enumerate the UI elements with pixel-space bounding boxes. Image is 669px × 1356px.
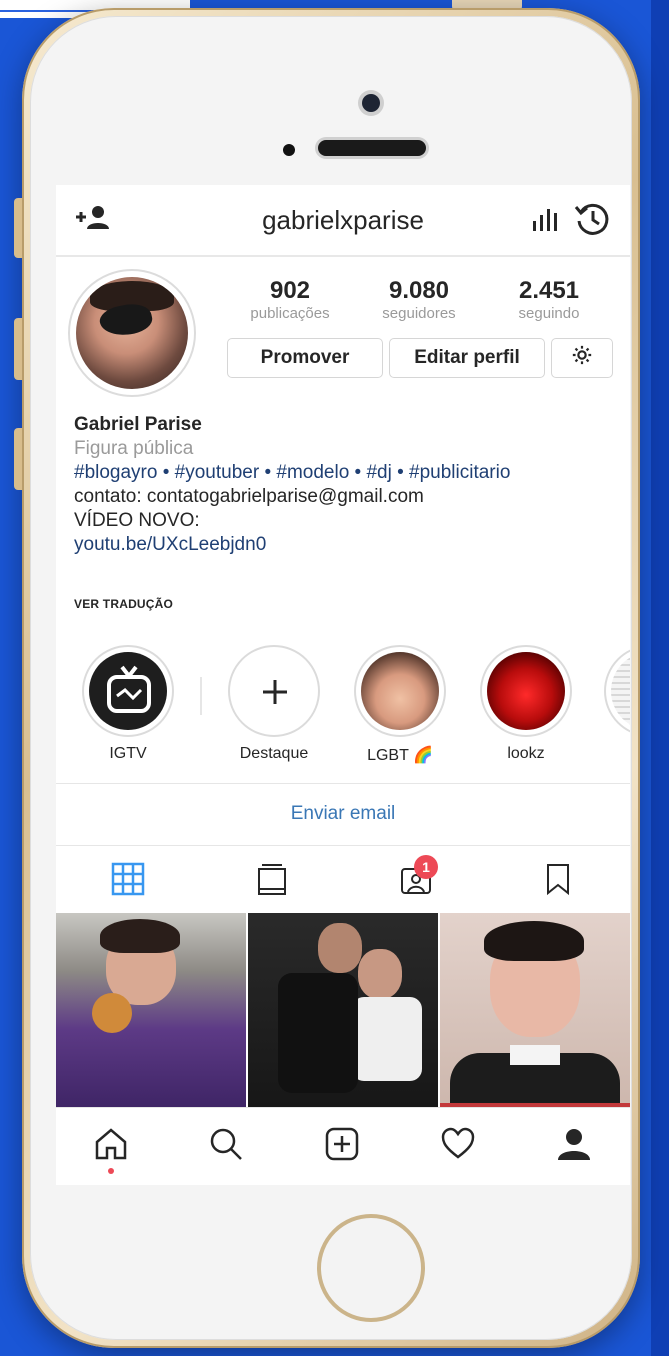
search-icon [208, 1126, 244, 1167]
stat-followers-value: 9.080 [388, 277, 450, 304]
igtv-icon [89, 652, 167, 730]
highlight-igtv[interactable]: IGTV [78, 645, 178, 763]
settings-gear-icon [571, 344, 593, 372]
tagged-badge: 1 [414, 855, 438, 879]
volume-up-button [14, 318, 22, 380]
highlight-label: lookz [507, 745, 545, 762]
highlight-label: IGTV [109, 745, 147, 762]
highlights-divider [200, 677, 202, 715]
grid-photo[interactable] [56, 913, 246, 1107]
activity-heart-icon [440, 1126, 476, 1167]
new-post-icon [324, 1126, 360, 1167]
stat-posts-label: publicações [250, 305, 330, 322]
app-screen: gabrielxparise 902 publicações 9.080 seg… [56, 185, 630, 1185]
archive-icon[interactable] [574, 201, 610, 237]
grid-photo[interactable] [248, 913, 438, 1107]
stat-followers-label: seguidores [382, 305, 456, 322]
highlight-ring [228, 645, 320, 737]
profile-bio: Gabriel Parise Figura pública #blogayro … [74, 413, 619, 557]
igtv-tab-icon [255, 862, 289, 901]
profile-icon [556, 1126, 592, 1167]
background-strip [651, 0, 669, 1356]
nav-home[interactable] [89, 1124, 133, 1168]
bio-link[interactable]: youtu.be/UXcLeebjdn0 [74, 533, 619, 557]
highlight-new[interactable]: Destaque [224, 645, 324, 763]
bio-hashtags[interactable]: #blogayro • #youtuber • #modelo • #dj • … [74, 461, 619, 485]
grid-icon [111, 862, 145, 901]
grid-tab[interactable] [108, 861, 148, 901]
see-translation-link[interactable]: VER TRADUÇÃO [74, 597, 173, 611]
igtv-tab[interactable] [252, 861, 292, 901]
send-email-button[interactable]: Enviar email [56, 803, 630, 825]
highlight-ring [354, 645, 446, 737]
saved-icon [541, 862, 575, 901]
highlight-photo [487, 652, 565, 730]
earpiece-speaker [318, 140, 426, 156]
insights-icon[interactable] [532, 207, 560, 231]
home-activity-dot [108, 1168, 114, 1174]
highlight-partial[interactable] [600, 645, 630, 737]
promote-button[interactable]: Promover [227, 338, 383, 378]
home-icon [93, 1126, 129, 1167]
photo-grid [56, 913, 630, 1107]
grid-photo[interactable] [440, 913, 630, 1107]
front-camera [362, 94, 380, 112]
bio-line: VÍDEO NOVO: [74, 510, 200, 531]
silent-switch [14, 198, 22, 258]
bio-name: Gabriel Parise [74, 414, 202, 435]
nav-profile[interactable] [552, 1124, 596, 1168]
highlight-label: LGBT 🌈 [367, 747, 433, 764]
highlight-lgbt[interactable]: LGBT 🌈 [350, 645, 450, 765]
highlight-ring [480, 645, 572, 737]
stat-posts-value: 902 [269, 277, 311, 304]
stat-followers[interactable]: 9.080 seguidores [364, 277, 474, 323]
highlight-ring [82, 645, 174, 737]
section-divider [56, 783, 630, 784]
edit-profile-button[interactable]: Editar perfil [389, 338, 545, 378]
highlight-photo [361, 652, 439, 730]
profile-avatar[interactable] [68, 269, 196, 397]
saved-tab[interactable] [538, 861, 578, 901]
profile-header: gabrielxparise [56, 185, 630, 257]
plus-icon [235, 652, 313, 730]
stat-posts[interactable]: 902 publicações [235, 277, 345, 323]
nav-search[interactable] [204, 1124, 248, 1168]
highlight-ring [604, 645, 630, 737]
nav-new-post[interactable] [320, 1124, 364, 1168]
bio-contact: contato: contatogabrielparise@gmail.com [74, 486, 424, 507]
highlight-lookz[interactable]: lookz [476, 645, 576, 763]
bio-category: Figura pública [74, 438, 194, 459]
volume-down-button [14, 428, 22, 490]
tagged-tab[interactable]: 1 [396, 855, 438, 901]
nav-activity[interactable] [436, 1124, 480, 1168]
stat-following[interactable]: 2.451 seguindo [494, 277, 604, 323]
stat-following-label: seguindo [518, 305, 580, 322]
proximity-sensor [283, 144, 295, 156]
highlight-photo [611, 652, 630, 730]
settings-button[interactable] [551, 338, 613, 378]
avatar-photo [76, 277, 188, 389]
home-button[interactable] [317, 1214, 425, 1322]
highlight-label: Destaque [239, 745, 309, 762]
profile-tabs: 1 [56, 855, 630, 907]
bottom-navigation [56, 1107, 630, 1185]
section-divider [56, 845, 630, 846]
stat-following-value: 2.451 [518, 277, 580, 304]
